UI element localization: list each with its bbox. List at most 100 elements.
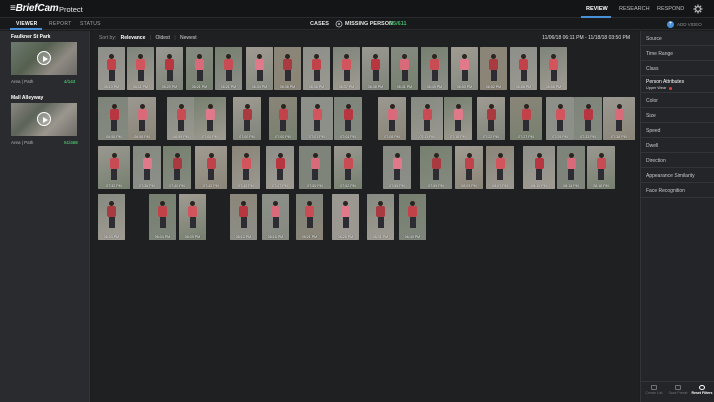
result-thumbnail[interactable]: 06:26 PM <box>332 194 359 240</box>
result-thumbnail[interactable]: 07:45 PM <box>232 146 260 189</box>
result-thumbnail[interactable]: 07:00 PM <box>269 97 297 140</box>
result-thumbnail[interactable]: 06:21 PM <box>296 194 323 240</box>
result-thumbnail[interactable]: 06:41 PM <box>391 47 418 90</box>
filter-class[interactable]: Class <box>641 61 714 76</box>
play-icon[interactable] <box>37 51 51 65</box>
result-thumbnail[interactable]: 06:21 PM <box>186 47 213 90</box>
filter-person-attributes[interactable]: Person Attributes Upper Wear <box>641 76 714 93</box>
filter-size[interactable]: Size <box>641 108 714 123</box>
result-thumbnail[interactable]: 06:21 PM <box>215 47 242 90</box>
result-thumbnail[interactable]: 07:50 PM <box>299 146 331 189</box>
result-thumbnail[interactable]: 07:36 PM <box>133 146 161 189</box>
person-figure <box>107 54 116 82</box>
nav-research[interactable]: RESEARCH <box>619 6 650 12</box>
result-thumbnail[interactable]: 07:04 PM <box>334 97 362 140</box>
reset-filters-button[interactable]: Reset Filters <box>690 385 714 395</box>
tab-report[interactable]: REPORT <box>49 21 72 27</box>
result-thumbnail[interactable]: 07:15 PM <box>444 97 472 140</box>
filter-color[interactable]: Color <box>641 93 714 108</box>
tab-active-indicator <box>10 28 42 30</box>
camera-thumbnail[interactable] <box>11 42 77 75</box>
result-thumbnail[interactable]: 06:36 PM <box>303 47 330 90</box>
result-time: 06:04 PM <box>154 235 171 239</box>
result-thumbnail[interactable]: 07:52 PM <box>334 146 362 189</box>
result-thumbnail[interactable]: 07:42 PM <box>195 146 227 189</box>
camera-count: 4/143 <box>64 79 76 84</box>
result-thumbnail[interactable]: 06:34 PM <box>246 47 273 90</box>
result-thumbnail[interactable]: 07:22 PM <box>477 97 505 140</box>
result-time: 07:42 PM <box>203 184 219 188</box>
filter-face-recognition[interactable]: Face Recognition <box>641 183 714 198</box>
add-video-button[interactable]: ADD VIDEO <box>677 22 702 27</box>
result-time: 07:01 PM <box>309 135 325 139</box>
filter-appearance-similarity[interactable]: Appearance Similarity <box>641 168 714 183</box>
result-thumbnail[interactable]: 07:08 PM <box>378 97 406 140</box>
result-thumbnail[interactable]: 06:20 PM <box>156 47 183 90</box>
result-thumbnail[interactable]: 08:03 PM <box>455 146 483 189</box>
filter-direction[interactable]: Direction <box>641 153 714 168</box>
result-thumbnail[interactable]: 07:27 PM <box>510 97 542 140</box>
result-thumbnail[interactable]: 06:58 PM <box>510 47 537 90</box>
result-thumbnail[interactable]: 06:11 PM <box>127 47 154 90</box>
result-thumbnail[interactable]: 07:33 PM <box>574 97 602 140</box>
result-thumbnail[interactable]: 06:59 PM <box>167 97 195 140</box>
result-thumbnail[interactable]: 06:36 PM <box>274 47 301 90</box>
gear-icon[interactable] <box>693 4 703 14</box>
nav-review[interactable]: REVIEW <box>586 6 608 12</box>
person-figure <box>519 54 528 82</box>
nav-respond[interactable]: RESPOND <box>657 6 684 12</box>
result-thumbnail[interactable]: 08:07 PM <box>486 146 514 189</box>
date-range[interactable]: 11/06/18 06:11 PM - 11/18/18 03:50 PM <box>542 35 630 41</box>
sort-oldest[interactable]: Oldest <box>155 35 169 41</box>
filter-dwell[interactable]: Dwell <box>641 138 714 153</box>
result-thumbnail[interactable]: 06:04 PM <box>149 194 176 240</box>
result-thumbnail[interactable]: 06:55 PM <box>98 97 130 140</box>
result-thumbnail[interactable]: 07:55 PM <box>383 146 411 189</box>
result-thumbnail[interactable]: 07:00 PM <box>233 97 261 140</box>
camera-mode[interactable]: Area | Path <box>11 79 33 84</box>
save-preset-button[interactable]: Save Preset <box>666 385 690 395</box>
tab-status[interactable]: STATUS <box>80 21 101 27</box>
filter-speed[interactable]: Speed <box>641 123 714 138</box>
plus-icon[interactable]: + <box>667 21 674 28</box>
tab-viewer[interactable]: VIEWER <box>16 21 38 27</box>
result-thumbnail[interactable]: 06:52 PM <box>480 47 507 90</box>
result-thumbnail[interactable]: 06:09 PM <box>179 194 206 240</box>
camera-thumbnail[interactable] <box>11 103 77 136</box>
result-thumbnail[interactable]: 07:47 PM <box>266 146 294 189</box>
result-thumbnail[interactable]: 06:10 PM <box>98 47 125 90</box>
result-thumbnail[interactable]: 06:16 PM <box>262 194 289 240</box>
result-thumbnail[interactable]: 06:38 PM <box>362 47 389 90</box>
result-thumbnail[interactable]: 06:31 PM <box>367 194 394 240</box>
play-icon[interactable] <box>37 112 51 126</box>
result-thumbnail[interactable]: 08:10 PM <box>523 146 555 189</box>
reset-filters-label: Reset Filters <box>691 391 713 395</box>
result-thumbnail[interactable]: 07:11 PM <box>411 97 443 140</box>
sort-relevance[interactable]: Relevance <box>121 35 146 41</box>
result-thumbnail[interactable]: 06:13 PM <box>230 194 257 240</box>
result-thumbnail[interactable]: 07:59 PM <box>420 146 452 189</box>
result-thumbnail[interactable]: 07:32 PM <box>98 146 130 189</box>
filter-time-range[interactable]: Time Range <box>641 46 714 61</box>
result-thumbnail[interactable]: 06:37 PM <box>333 47 360 90</box>
camera-list: Faulkner St Park Area | Path 4/143 Mall … <box>0 31 90 402</box>
result-thumbnail[interactable]: 06:03 PM <box>98 194 125 240</box>
result-thumbnail[interactable]: 06:49 PM <box>421 47 448 90</box>
result-thumbnail[interactable]: 08:14 PM <box>557 146 585 189</box>
result-thumbnail[interactable]: 07:40 PM <box>163 146 191 189</box>
sort-newest[interactable]: Newest <box>180 35 197 41</box>
result-thumbnail[interactable]: 07:00 PM <box>194 97 226 140</box>
result-thumbnail[interactable]: 07:38 PM <box>603 97 635 140</box>
result-thumbnail[interactable]: 08:18 PM <box>587 146 615 189</box>
color-swatch <box>669 86 672 90</box>
cases-link[interactable]: CASES <box>310 21 329 27</box>
create-list-button[interactable]: Create List <box>642 385 666 395</box>
result-thumbnail[interactable]: 06:40 PM <box>399 194 426 240</box>
result-thumbnail[interactable]: 06:58 PM <box>540 47 567 90</box>
result-thumbnail[interactable]: 06:58 PM <box>128 97 156 140</box>
result-thumbnail[interactable]: 07:01 PM <box>301 97 333 140</box>
result-thumbnail[interactable]: 06:50 PM <box>451 47 478 90</box>
camera-mode[interactable]: Area | Path <box>11 140 33 145</box>
result-thumbnail[interactable]: 07:29 PM <box>546 97 574 140</box>
filter-source[interactable]: Source <box>641 31 714 46</box>
